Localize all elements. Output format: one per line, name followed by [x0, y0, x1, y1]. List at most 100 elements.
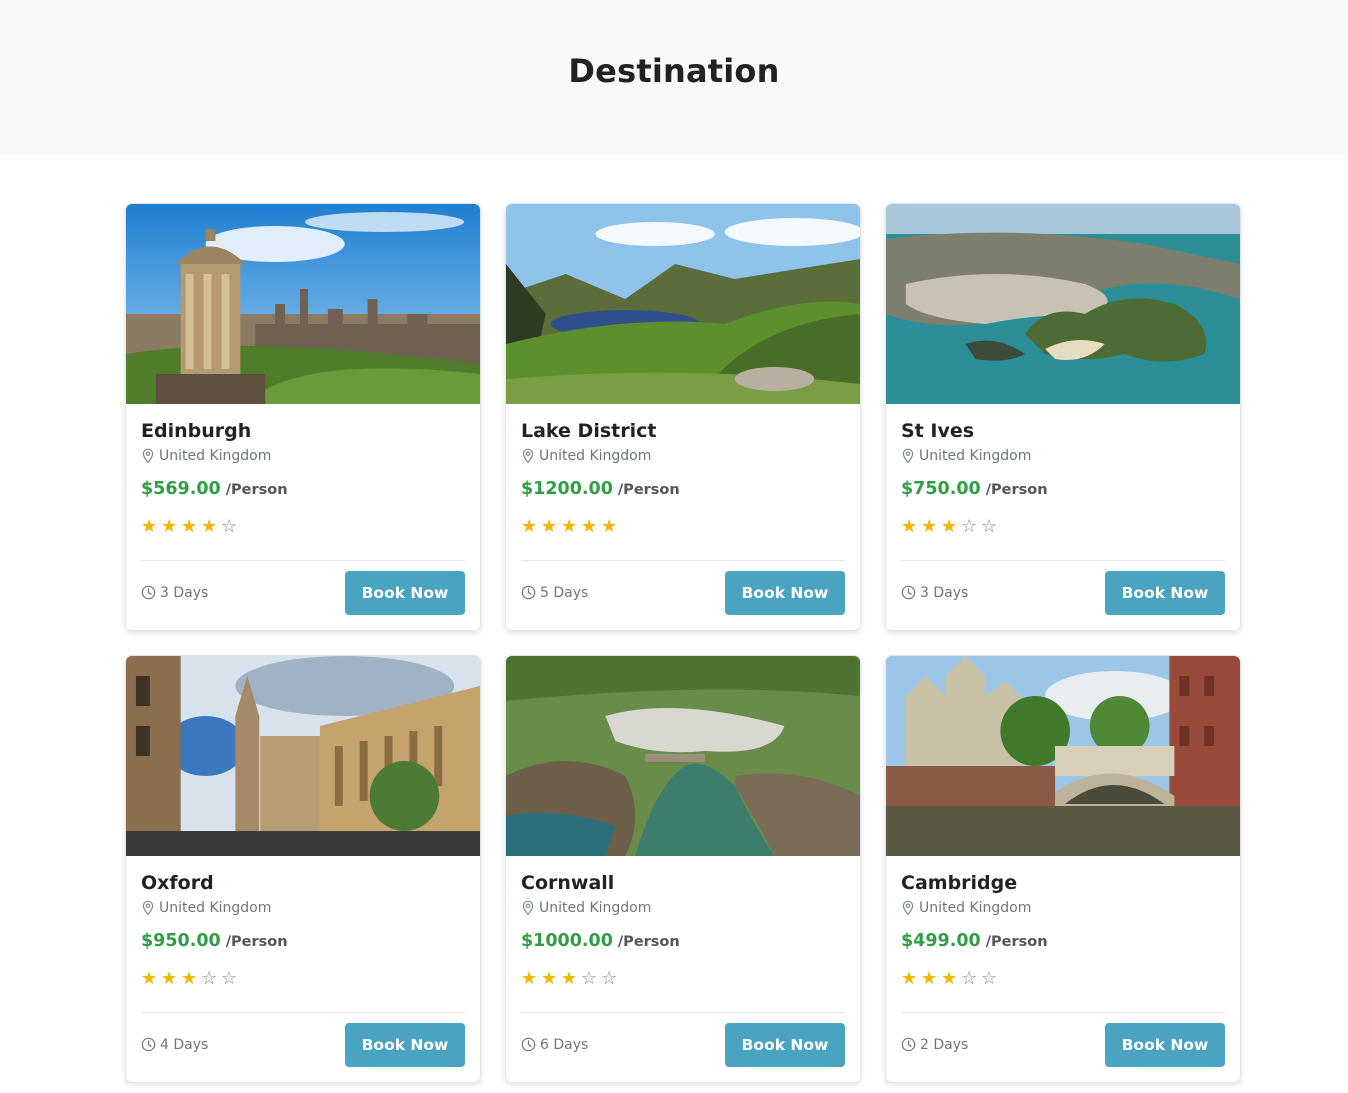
star-filled-icon: ★: [161, 516, 178, 537]
destination-price: $499.00 /Person: [901, 931, 1225, 955]
star-empty-icon: ☆: [981, 516, 998, 537]
star-filled-icon: ★: [181, 516, 198, 537]
location-pin-icon: [522, 448, 534, 464]
star-filled-icon: ★: [141, 968, 158, 989]
destination-card[interactable]: Edinburgh United Kingdom $569.00 /Person…: [125, 203, 481, 631]
destination-card[interactable]: Lake District United Kingdom $1200.00 /P…: [505, 203, 861, 631]
destination-name[interactable]: Edinburgh: [141, 418, 465, 444]
destination-location: United Kingdom: [141, 898, 465, 918]
destination-price: $950.00 /Person: [141, 931, 465, 955]
price-amount: $750.00: [901, 479, 981, 499]
destination-location: United Kingdom: [901, 446, 1225, 466]
destination-name[interactable]: St Ives: [901, 418, 1225, 444]
star-filled-icon: ★: [161, 968, 178, 989]
location-pin-icon: [142, 448, 154, 464]
location-pin-icon: [522, 900, 534, 916]
destination-image[interactable]: [506, 204, 860, 404]
star-empty-icon: ☆: [961, 516, 978, 537]
star-filled-icon: ★: [601, 516, 618, 537]
clock-icon: [521, 1037, 536, 1052]
star-empty-icon: ☆: [221, 968, 238, 989]
star-filled-icon: ★: [181, 968, 198, 989]
clock-icon: [901, 1037, 916, 1052]
location-pin-icon: [142, 900, 154, 916]
price-unit: /Person: [225, 482, 288, 498]
book-now-button[interactable]: Book Now: [1105, 1022, 1225, 1067]
card-divider: [521, 560, 845, 561]
destination-image[interactable]: [886, 656, 1240, 856]
destination-name[interactable]: Cornwall: [521, 870, 845, 896]
duration-text: 6 Days: [540, 1036, 589, 1053]
star-empty-icon: ☆: [961, 968, 978, 989]
destination-image[interactable]: [506, 656, 860, 856]
destination-name[interactable]: Lake District: [521, 418, 845, 444]
page-title: Destination: [568, 52, 780, 90]
clock-icon: [141, 1037, 156, 1052]
price-amount: $569.00: [141, 479, 221, 499]
price-unit: /Person: [985, 934, 1048, 950]
destination-image[interactable]: [126, 204, 480, 404]
price-unit: /Person: [225, 934, 288, 950]
star-filled-icon: ★: [921, 516, 938, 537]
price-amount: $1200.00: [521, 479, 613, 499]
destination-card[interactable]: St Ives United Kingdom $750.00 /Person ★…: [885, 203, 1241, 631]
rating-stars: ★ ★ ★ ☆ ☆: [521, 969, 845, 989]
book-now-button[interactable]: Book Now: [725, 1022, 845, 1067]
destination-location: United Kingdom: [521, 446, 845, 466]
destination-name[interactable]: Cambridge: [901, 870, 1225, 896]
rating-stars: ★ ★ ★ ☆ ☆: [901, 969, 1225, 989]
star-filled-icon: ★: [901, 968, 918, 989]
price-unit: /Person: [617, 934, 680, 950]
star-filled-icon: ★: [201, 516, 218, 537]
star-filled-icon: ★: [521, 968, 538, 989]
rating-stars: ★ ★ ★ ☆ ☆: [901, 517, 1225, 537]
destination-country: United Kingdom: [539, 900, 652, 916]
destination-photo[interactable]: [506, 204, 860, 404]
destination-card[interactable]: Cornwall United Kingdom $1000.00 /Person…: [505, 655, 861, 1083]
location-pin-icon: [902, 900, 914, 916]
book-now-button[interactable]: Book Now: [345, 570, 465, 615]
destination-location: United Kingdom: [521, 898, 845, 918]
card-divider: [901, 560, 1225, 561]
destination-price: $1200.00 /Person: [521, 479, 845, 503]
book-now-button[interactable]: Book Now: [1105, 570, 1225, 615]
destination-name[interactable]: Oxford: [141, 870, 465, 896]
card-divider: [141, 1012, 465, 1013]
card-divider: [901, 1012, 1225, 1013]
star-filled-icon: ★: [561, 516, 578, 537]
duration-text: 2 Days: [920, 1036, 969, 1053]
destination-card[interactable]: Cambridge United Kingdom $499.00 /Person…: [885, 655, 1241, 1083]
clock-icon: [141, 585, 156, 600]
book-now-button[interactable]: Book Now: [345, 1022, 465, 1067]
destination-location: United Kingdom: [141, 446, 465, 466]
duration-text: 3 Days: [160, 584, 209, 601]
duration-text: 3 Days: [920, 584, 969, 601]
star-filled-icon: ★: [141, 516, 158, 537]
destination-country: United Kingdom: [919, 900, 1032, 916]
trip-duration: 2 Days: [901, 1037, 968, 1053]
card-divider: [141, 560, 465, 561]
book-now-button[interactable]: Book Now: [725, 570, 845, 615]
price-amount: $499.00: [901, 931, 981, 951]
destination-photo[interactable]: [886, 204, 1240, 404]
destination-card[interactable]: Oxford United Kingdom $950.00 /Person ★ ★…: [125, 655, 481, 1083]
destination-photo[interactable]: [126, 204, 480, 404]
duration-text: 4 Days: [160, 1036, 209, 1053]
duration-text: 5 Days: [540, 584, 589, 601]
destination-country: United Kingdom: [919, 448, 1032, 464]
star-filled-icon: ★: [941, 516, 958, 537]
destination-photo[interactable]: [506, 656, 860, 856]
star-filled-icon: ★: [941, 968, 958, 989]
destination-image[interactable]: [886, 204, 1240, 404]
destination-photo[interactable]: [126, 656, 480, 856]
star-empty-icon: ☆: [201, 968, 218, 989]
destination-image[interactable]: [126, 656, 480, 856]
star-filled-icon: ★: [561, 968, 578, 989]
clock-icon: [901, 585, 916, 600]
star-filled-icon: ★: [521, 516, 538, 537]
destination-country: United Kingdom: [159, 448, 272, 464]
destination-photo[interactable]: [886, 656, 1240, 856]
trip-duration: 6 Days: [521, 1037, 588, 1053]
rating-stars: ★ ★ ★ ★ ☆: [141, 517, 465, 537]
price-amount: $1000.00: [521, 931, 613, 951]
